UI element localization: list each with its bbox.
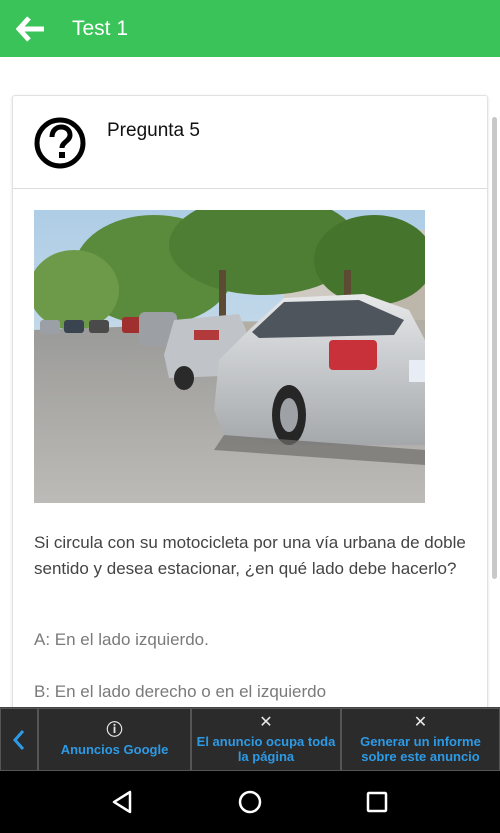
ad-back-button[interactable] bbox=[0, 708, 38, 771]
ads-by-google-button[interactable]: ⓘ Anuncios Google bbox=[38, 708, 191, 771]
ad-report-label: Generar un informe sobre este anuncio bbox=[360, 734, 481, 764]
app-bar: Test 1 bbox=[0, 0, 500, 57]
question-header: Pregunta 5 bbox=[13, 96, 487, 189]
scrollbar[interactable] bbox=[492, 117, 497, 579]
ad-report-button[interactable]: ✕ Generar un informe sobre este anuncio bbox=[341, 708, 500, 771]
arrow-left-icon bbox=[16, 15, 44, 42]
close-icon: ✕ bbox=[413, 714, 428, 731]
system-nav-bar bbox=[0, 771, 500, 833]
question-text: Si circula con su motocicleta por una ví… bbox=[34, 533, 466, 578]
chevron-left-icon bbox=[12, 729, 25, 750]
ad-fullpage-button[interactable]: ✕ El anuncio ocupa toda la página bbox=[191, 708, 341, 771]
question-circle-icon bbox=[34, 117, 86, 169]
option-b[interactable]: B: En el lado derecho o en el izquierdo bbox=[34, 682, 326, 702]
nav-recents-icon bbox=[366, 791, 387, 813]
ads-by-google-label: Anuncios Google bbox=[60, 741, 169, 757]
close-icon: ✕ bbox=[259, 714, 273, 731]
page-title: Test 1 bbox=[72, 16, 129, 40]
nav-recents-button[interactable] bbox=[357, 782, 397, 822]
question-image bbox=[34, 210, 425, 503]
nav-back-icon bbox=[113, 790, 132, 814]
back-button[interactable] bbox=[6, 0, 56, 57]
question-card: Pregunta 5 Si circula con su motocicleta… bbox=[12, 95, 488, 707]
info-icon: ⓘ bbox=[106, 721, 123, 739]
nav-back-button[interactable] bbox=[103, 782, 143, 822]
ad-bar: ⓘ Anuncios Google ✕ El anuncio ocupa tod… bbox=[0, 707, 500, 771]
nav-home-icon bbox=[238, 790, 262, 814]
nav-home-button[interactable] bbox=[230, 782, 270, 822]
ad-fullpage-label: El anuncio ocupa toda la página bbox=[196, 734, 336, 764]
option-a[interactable]: A: En el lado izquierdo. bbox=[34, 630, 209, 650]
question-title: Pregunta 5 bbox=[107, 120, 200, 141]
content-area[interactable]: Pregunta 5 Si circula con su motocicleta… bbox=[0, 57, 500, 707]
